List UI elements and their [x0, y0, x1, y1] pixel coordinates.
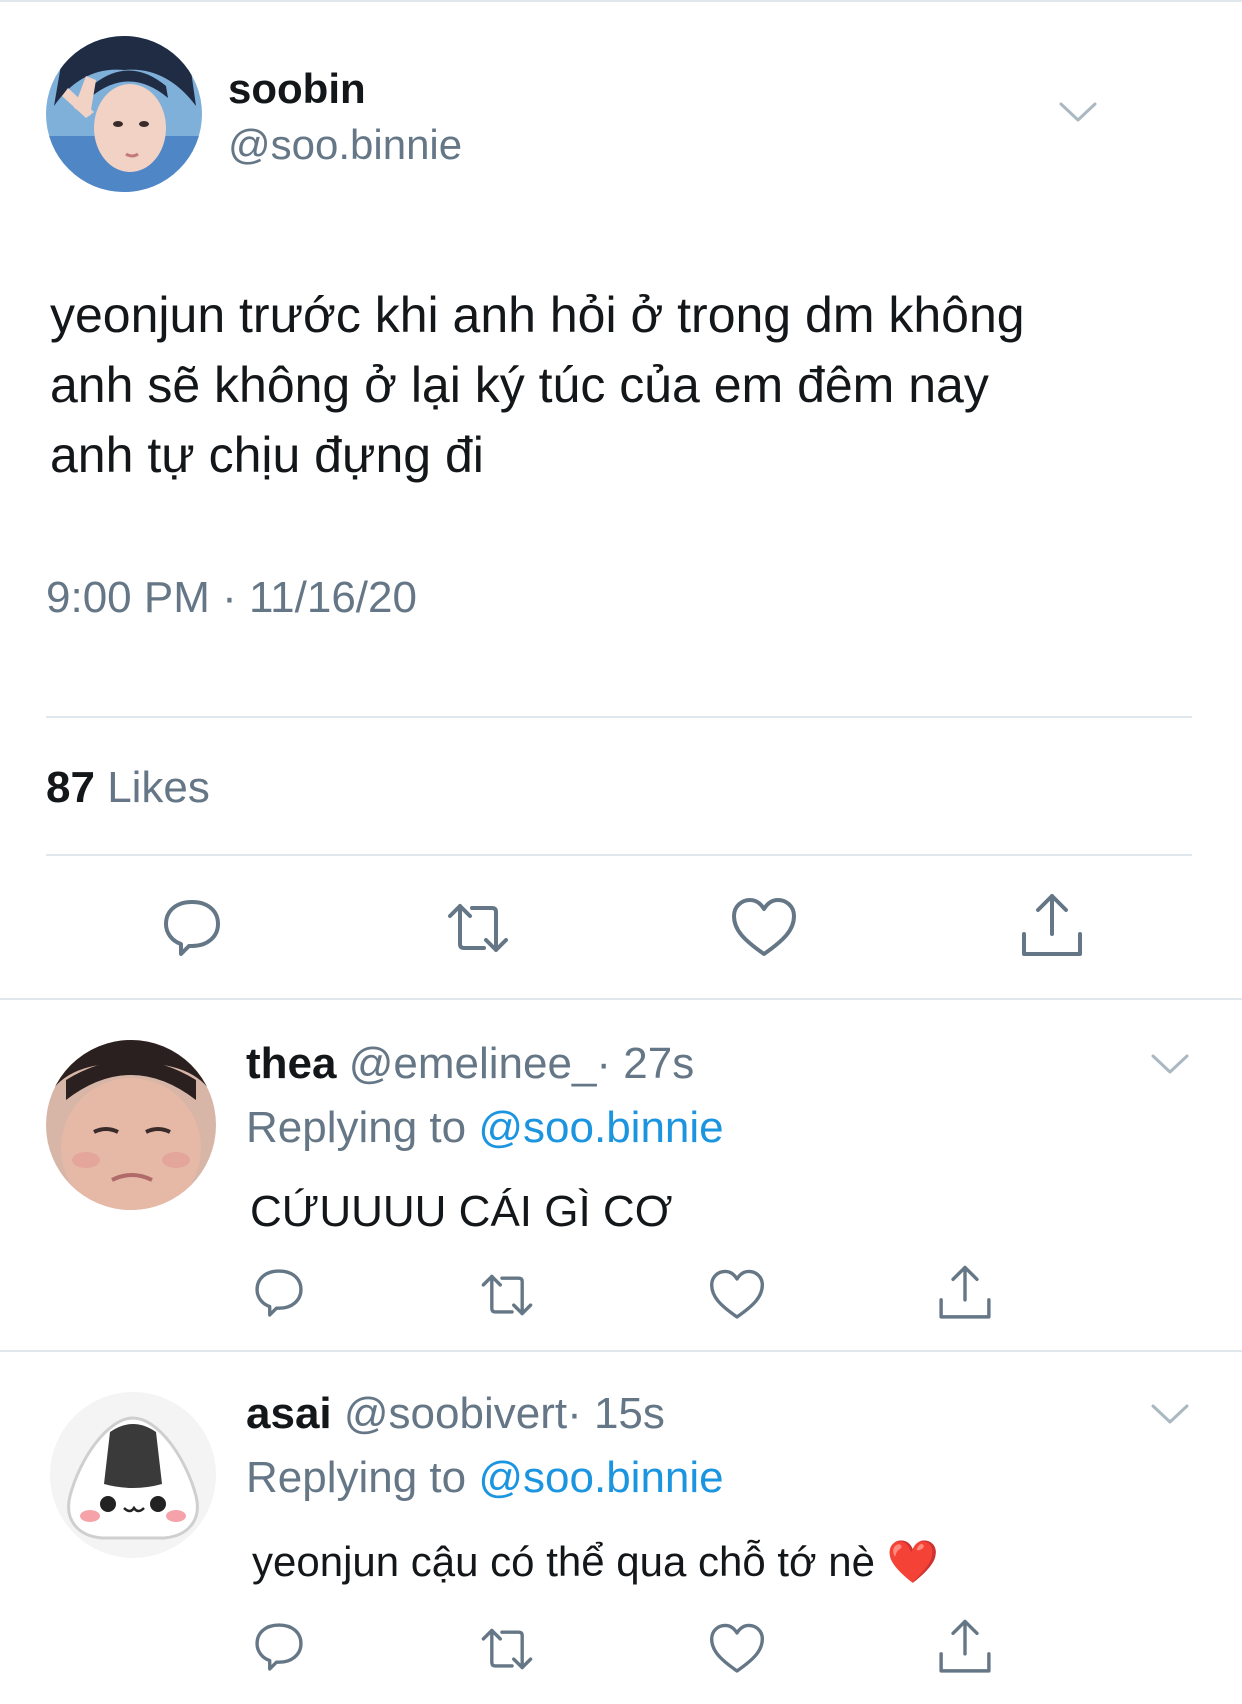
- reply-reply-button[interactable]: [252, 1266, 306, 1320]
- replying-handle-link[interactable]: @soo.binnie: [478, 1453, 723, 1502]
- replying-to: Replying to @soo.binnie: [246, 1452, 724, 1504]
- reply-text: yeonjun cậu có thể qua chỗ tớ nè ❤️: [252, 1536, 939, 1588]
- like-icon: [710, 1623, 764, 1673]
- divider: [0, 998, 1242, 1000]
- like-icon: [710, 1269, 764, 1319]
- likes-label: Likes: [107, 763, 210, 812]
- main-handle[interactable]: @soo.binnie: [228, 120, 462, 170]
- reply-retweet-button[interactable]: [476, 1622, 538, 1676]
- main-tweet-text: yeonjun trước khi anh hỏi ở trong dm khô…: [50, 280, 1025, 490]
- reply-handle[interactable]: @soobivert: [344, 1389, 567, 1438]
- reply-icon: [164, 900, 220, 956]
- reply-avatar[interactable]: [46, 1040, 216, 1210]
- reply-icon: [255, 1623, 303, 1671]
- main-timestamp[interactable]: 9:00 PM · 11/16/20: [46, 572, 417, 624]
- main-more-chevron[interactable]: [1058, 100, 1098, 129]
- like-icon: [732, 898, 796, 956]
- reply-header: asai @soobivert· 15s: [246, 1388, 665, 1440]
- chevron-button[interactable]: [1150, 1052, 1190, 1081]
- avatar-onigiri-icon: [50, 1392, 216, 1558]
- avatar-photo-icon: [46, 1040, 216, 1210]
- retweet-icon: [448, 904, 508, 952]
- replying-prefix: Replying to: [246, 1103, 467, 1152]
- share-icon: [1022, 894, 1082, 956]
- likes-stat[interactable]: 87 Likes: [46, 762, 210, 814]
- reply-icon: [255, 1269, 303, 1317]
- chevron-button[interactable]: [1150, 1402, 1190, 1431]
- reply-handle[interactable]: @emelinee_: [349, 1039, 597, 1088]
- chevron-down-icon: [1151, 1054, 1189, 1074]
- divider: [0, 1350, 1242, 1352]
- main-share-button[interactable]: [1018, 892, 1086, 960]
- reply-text-content: yeonjun cậu có thể qua chỗ tớ nè: [252, 1538, 875, 1585]
- main-reply-button[interactable]: [160, 896, 224, 960]
- replying-handle-link[interactable]: @soo.binnie: [478, 1103, 723, 1152]
- reply-avatar[interactable]: [50, 1392, 216, 1558]
- reply-time: · 15s: [567, 1389, 665, 1438]
- tweet-text-line: yeonjun trước khi anh hỏi ở trong dm khô…: [50, 287, 1025, 343]
- divider: [46, 716, 1192, 718]
- chevron-down-icon: [1151, 1404, 1189, 1424]
- share-icon: [939, 1619, 991, 1673]
- share-icon: [939, 1265, 991, 1319]
- reply-retweet-button[interactable]: [476, 1268, 538, 1322]
- reply-share-button[interactable]: [936, 1264, 994, 1322]
- top-border: [0, 0, 1242, 2]
- reply-display-name[interactable]: thea: [246, 1039, 336, 1088]
- replying-to: Replying to @soo.binnie: [246, 1102, 724, 1154]
- retweet-icon: [481, 1274, 533, 1316]
- tweet-text-line: anh sẽ không ở lại ký túc của em đêm nay: [50, 357, 989, 413]
- main-like-button[interactable]: [730, 896, 798, 960]
- tweet-text-line: anh tự chịu đựng đi: [50, 427, 484, 483]
- retweet-icon: [481, 1628, 533, 1670]
- reply-display-name[interactable]: asai: [246, 1389, 332, 1438]
- reply-like-button[interactable]: [708, 1268, 766, 1322]
- reply-time: · 27s: [596, 1039, 695, 1088]
- replying-prefix: Replying to: [246, 1453, 467, 1502]
- reply-reply-button[interactable]: [252, 1620, 306, 1674]
- main-display-name[interactable]: soobin: [228, 64, 366, 114]
- reply-like-button[interactable]: [708, 1622, 766, 1676]
- reply-share-button[interactable]: [936, 1618, 994, 1676]
- avatar-photo-icon: [46, 36, 202, 192]
- likes-count: 87: [46, 763, 95, 812]
- main-avatar[interactable]: [46, 36, 202, 192]
- reply-text: CỨUUUU CÁI GÌ CƠ: [250, 1187, 673, 1236]
- reply-header: thea @emelinee_· 27s: [246, 1038, 694, 1090]
- red-heart-emoji: ❤️: [886, 1538, 939, 1585]
- divider: [46, 854, 1192, 856]
- chevron-down-icon: [1059, 102, 1097, 122]
- main-retweet-button[interactable]: [442, 896, 514, 960]
